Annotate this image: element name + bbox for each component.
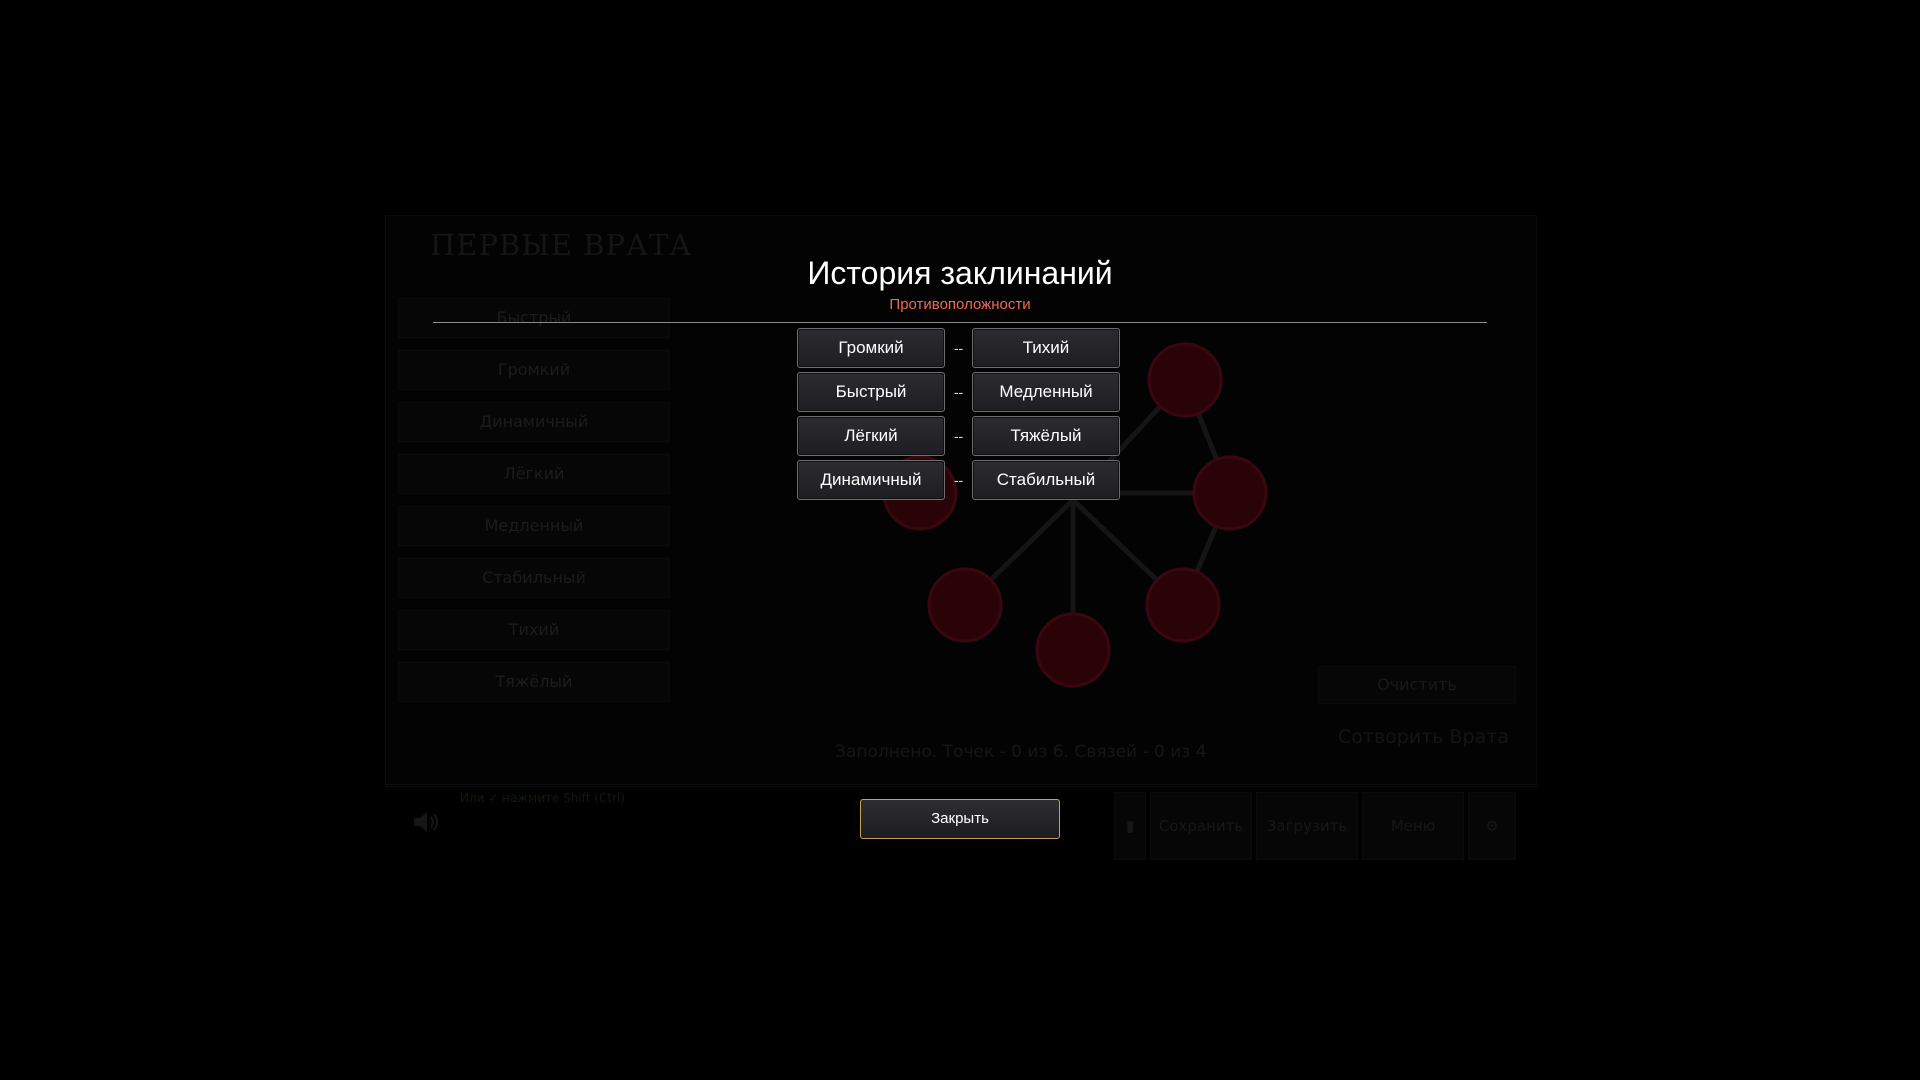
background-game-screen: ПЕРВЫЕ ВРАТА Быстрый Громкий Динамичный … bbox=[0, 0, 1920, 1080]
word-button[interactable]: Громкий bbox=[797, 328, 945, 368]
pair-separator: -- bbox=[953, 340, 964, 356]
pair-separator: -- bbox=[953, 384, 964, 400]
modal-subtitle: Противоположности bbox=[889, 296, 1031, 313]
rune-node bbox=[1192, 455, 1268, 531]
word-item: Тяжёлый bbox=[398, 662, 670, 702]
word-item: Громкий bbox=[398, 350, 670, 390]
sound-icon bbox=[414, 812, 438, 832]
opposite-pair: Динамичный -- Стабильный bbox=[797, 460, 1122, 500]
opposite-pair: Быстрый -- Медленный bbox=[797, 372, 1122, 412]
pair-separator: -- bbox=[953, 472, 964, 488]
word-button[interactable]: Тяжёлый bbox=[972, 416, 1120, 456]
gear-icon: ⚙ bbox=[1468, 792, 1516, 860]
load-button: Загрузить bbox=[1256, 792, 1358, 860]
word-item: Лёгкий bbox=[398, 454, 670, 494]
opposite-pair: Громкий -- Тихий bbox=[797, 328, 1122, 368]
opposite-pair: Лёгкий -- Тяжёлый bbox=[797, 416, 1122, 456]
divider bbox=[385, 784, 1535, 785]
rune-node bbox=[927, 567, 1003, 643]
word-item: Тихий bbox=[398, 610, 670, 650]
word-button[interactable]: Медленный bbox=[972, 372, 1120, 412]
rune-node bbox=[1147, 342, 1223, 418]
rune-node bbox=[1145, 567, 1221, 643]
word-list: Быстрый Громкий Динамичный Лёгкий Медлен… bbox=[398, 298, 670, 714]
cast-gate-button: Сотворить Врата bbox=[1338, 726, 1509, 748]
word-button[interactable]: Лёгкий bbox=[797, 416, 945, 456]
word-button[interactable]: Стабильный bbox=[972, 460, 1120, 500]
word-item: Динамичный bbox=[398, 402, 670, 442]
modal-divider bbox=[433, 322, 1487, 323]
menu-button: Меню bbox=[1362, 792, 1464, 860]
modal-title: История заклинаний bbox=[807, 255, 1113, 291]
word-item: Стабильный bbox=[398, 558, 670, 598]
status-text: Заполнено. Точек - 0 из 6. Связей - 0 из… bbox=[835, 742, 1207, 762]
trash-icon: ▮ bbox=[1114, 792, 1146, 860]
word-item: Медленный bbox=[398, 506, 670, 546]
word-button[interactable]: Динамичный bbox=[797, 460, 945, 500]
rune-node bbox=[1035, 612, 1111, 688]
clear-button: Очистить bbox=[1318, 666, 1516, 704]
hint-text: Или ✓ нажмите Shift (Ctrl) bbox=[460, 791, 625, 805]
close-button[interactable]: Закрыть bbox=[860, 799, 1060, 839]
pair-separator: -- bbox=[953, 428, 964, 444]
save-button: Сохранить bbox=[1150, 792, 1252, 860]
word-button[interactable]: Быстрый bbox=[797, 372, 945, 412]
word-button[interactable]: Тихий bbox=[972, 328, 1120, 368]
